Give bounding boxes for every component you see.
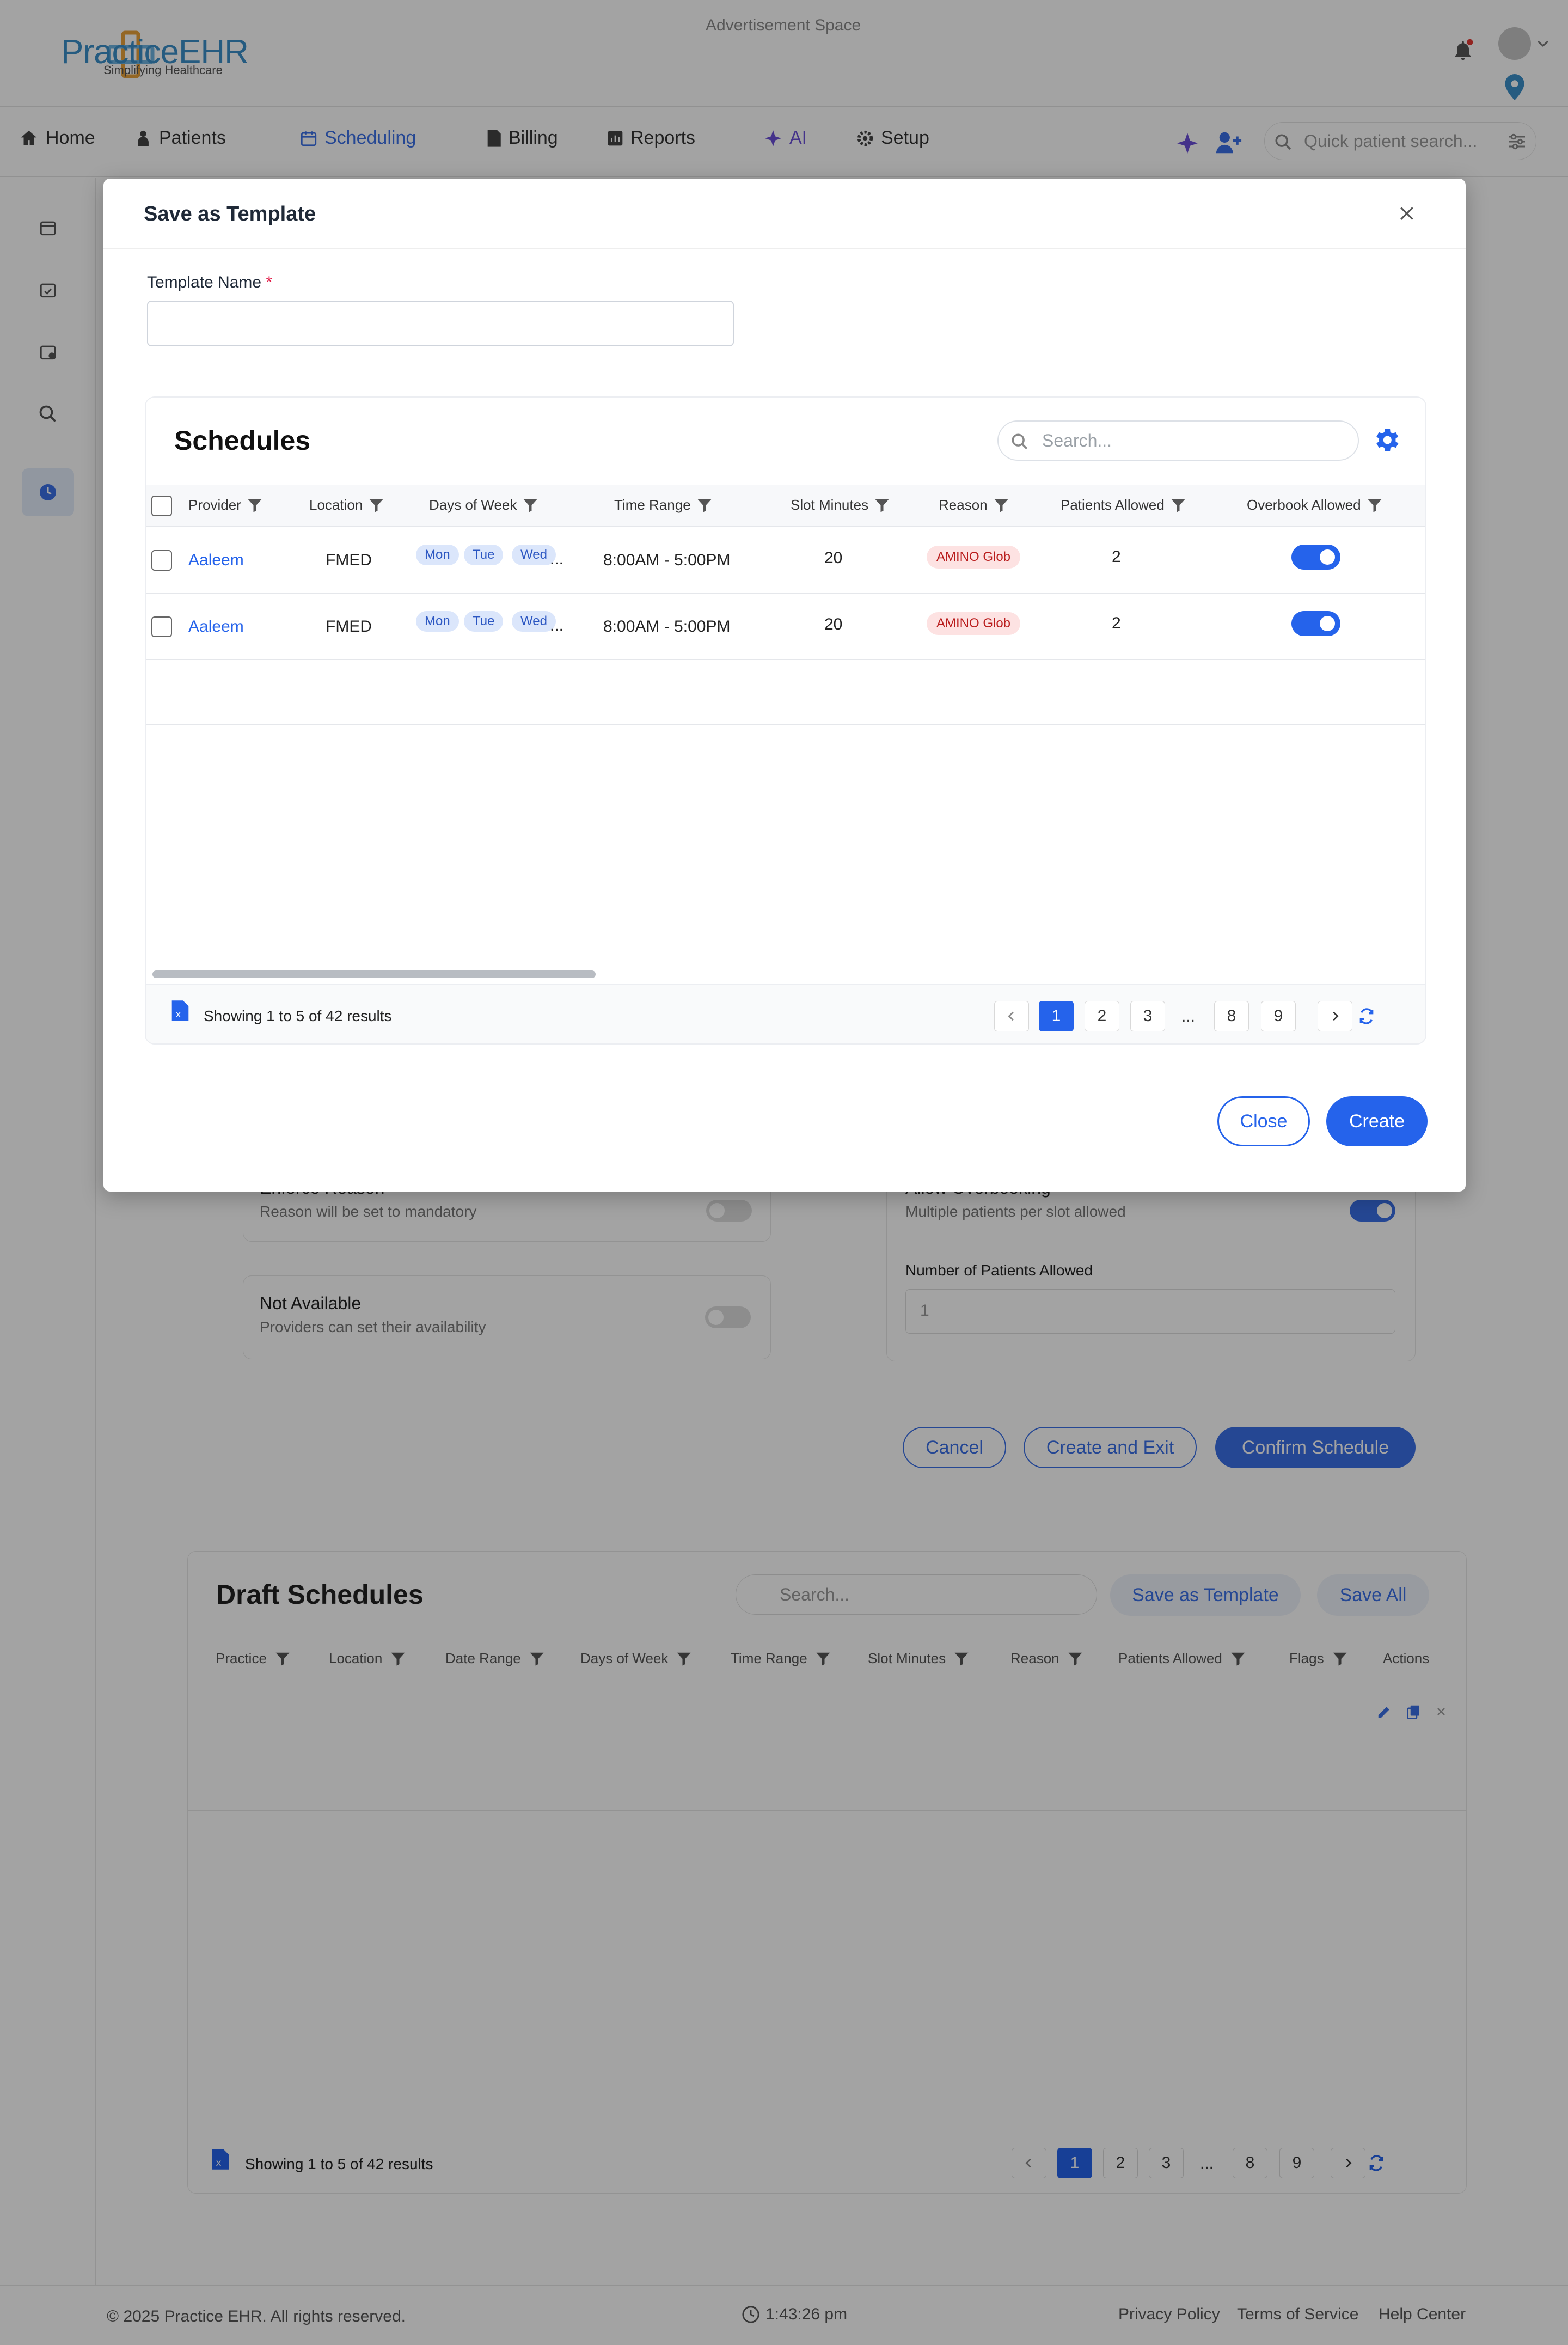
filter-icon[interactable] xyxy=(1367,497,1383,514)
search-icon xyxy=(1012,433,1028,450)
close-icon[interactable] xyxy=(1398,205,1416,222)
more-days-indicator[interactable]: ... xyxy=(550,550,564,569)
prev-page-button[interactable] xyxy=(994,1001,1029,1031)
filter-icon[interactable] xyxy=(1170,497,1186,514)
horizontal-scrollbar[interactable] xyxy=(152,970,596,978)
day-pill: Wed xyxy=(512,611,556,632)
location-cell: FMED xyxy=(326,551,372,569)
slot-minutes-cell: 20 xyxy=(824,615,843,633)
chevron-right-icon xyxy=(1333,1011,1339,1021)
column-header[interactable]: Location xyxy=(309,497,384,514)
day-pill: Wed xyxy=(512,545,556,565)
day-pill: Mon xyxy=(416,611,459,632)
provider-link[interactable]: Aaleem xyxy=(188,551,244,570)
filter-icon[interactable] xyxy=(993,497,1009,514)
chevron-left-icon xyxy=(1008,1011,1014,1021)
refresh-button[interactable] xyxy=(1358,1007,1375,1025)
column-header-label: Days of Week xyxy=(429,497,517,513)
provider-link[interactable]: Aaleem xyxy=(188,618,244,636)
template-name-label: Template Name * xyxy=(147,273,273,291)
page-button[interactable]: 9 xyxy=(1261,1001,1296,1031)
day-pill: Tue xyxy=(464,611,504,632)
save-as-template-modal: Save as Template Template Name * Schedul… xyxy=(103,179,1466,1192)
filter-icon[interactable] xyxy=(247,497,263,514)
column-header-label: Provider xyxy=(188,497,241,513)
patients-allowed-cell: 2 xyxy=(1112,548,1121,566)
excel-export-icon[interactable]: x xyxy=(171,999,189,1023)
column-header-label: Slot Minutes xyxy=(791,497,869,513)
column-header[interactable]: Time Range xyxy=(614,497,713,514)
more-days-indicator[interactable]: ... xyxy=(550,616,564,635)
filter-icon[interactable] xyxy=(522,497,538,514)
row-checkbox[interactable] xyxy=(151,550,172,571)
schedules-table-header: Provider Location Days of Week Time Range Sl… xyxy=(146,485,1425,527)
page-button[interactable]: 3 xyxy=(1130,1001,1165,1031)
column-header[interactable]: Reason xyxy=(939,497,1009,514)
day-pill: Mon xyxy=(416,545,459,565)
row-checkbox[interactable] xyxy=(151,616,172,637)
overbook-toggle[interactable] xyxy=(1291,545,1340,570)
schedules-title: Schedules xyxy=(174,425,311,456)
reason-badge: AMINO Glob xyxy=(927,612,1021,635)
modal-title: Save as Template xyxy=(144,203,316,225)
day-pill: Tue xyxy=(464,545,504,565)
overbook-toggle[interactable] xyxy=(1291,611,1340,636)
column-header[interactable]: Days of Week xyxy=(429,497,538,514)
table-row[interactable]: Aaleem FMED Mon Tue Wed... 8:00AM - 5:00PM 20 A… xyxy=(146,527,1425,594)
create-button[interactable]: Create xyxy=(1326,1096,1428,1146)
patients-allowed-cell: 2 xyxy=(1112,614,1121,632)
column-header-label: Time Range xyxy=(614,497,691,513)
column-header[interactable]: Overbook Allowed xyxy=(1247,497,1383,514)
column-header-label: Patients Allowed xyxy=(1061,497,1165,513)
select-all-checkbox[interactable] xyxy=(151,496,172,516)
slot-minutes-cell: 20 xyxy=(824,549,843,567)
pagination-ellipsis: ... xyxy=(1181,1007,1196,1025)
page-button[interactable]: 8 xyxy=(1214,1001,1249,1031)
settings-gear-icon[interactable] xyxy=(1371,425,1401,455)
filter-icon[interactable] xyxy=(696,497,713,514)
time-range-cell: 8:00AM - 5:00PM xyxy=(603,551,731,569)
column-header[interactable]: Patients Allowed xyxy=(1061,497,1186,514)
page-button[interactable]: 1 xyxy=(1039,1001,1074,1031)
time-range-cell: 8:00AM - 5:00PM xyxy=(603,618,731,636)
template-name-input[interactable] xyxy=(147,301,734,346)
modal-divider xyxy=(103,248,1466,249)
schedules-results-text: Showing 1 to 5 of 42 results xyxy=(204,1007,392,1024)
column-header-label: Location xyxy=(309,497,363,513)
close-button[interactable]: Close xyxy=(1217,1096,1310,1146)
schedules-search-input[interactable]: Search... xyxy=(997,420,1359,461)
schedules-table-card: Schedules Search... Provider Location Days… xyxy=(145,396,1426,1045)
filter-icon[interactable] xyxy=(368,497,384,514)
refresh-icon xyxy=(1359,1008,1374,1024)
column-header[interactable]: Provider xyxy=(188,497,263,514)
next-page-button[interactable] xyxy=(1318,1001,1352,1031)
filter-icon[interactable] xyxy=(874,497,890,514)
svg-text:x: x xyxy=(176,1009,181,1020)
reason-badge: AMINO Glob xyxy=(927,546,1021,569)
table-row[interactable]: Aaleem FMED Mon Tue Wed... 8:00AM - 5:00PM 20 A… xyxy=(146,594,1425,660)
column-header[interactable]: Slot Minutes xyxy=(791,497,890,514)
location-cell: FMED xyxy=(326,618,372,636)
column-header-label: Reason xyxy=(939,497,988,513)
column-header-label: Overbook Allowed xyxy=(1247,497,1361,513)
required-mark: * xyxy=(266,273,273,291)
page-button[interactable]: 2 xyxy=(1085,1001,1119,1031)
